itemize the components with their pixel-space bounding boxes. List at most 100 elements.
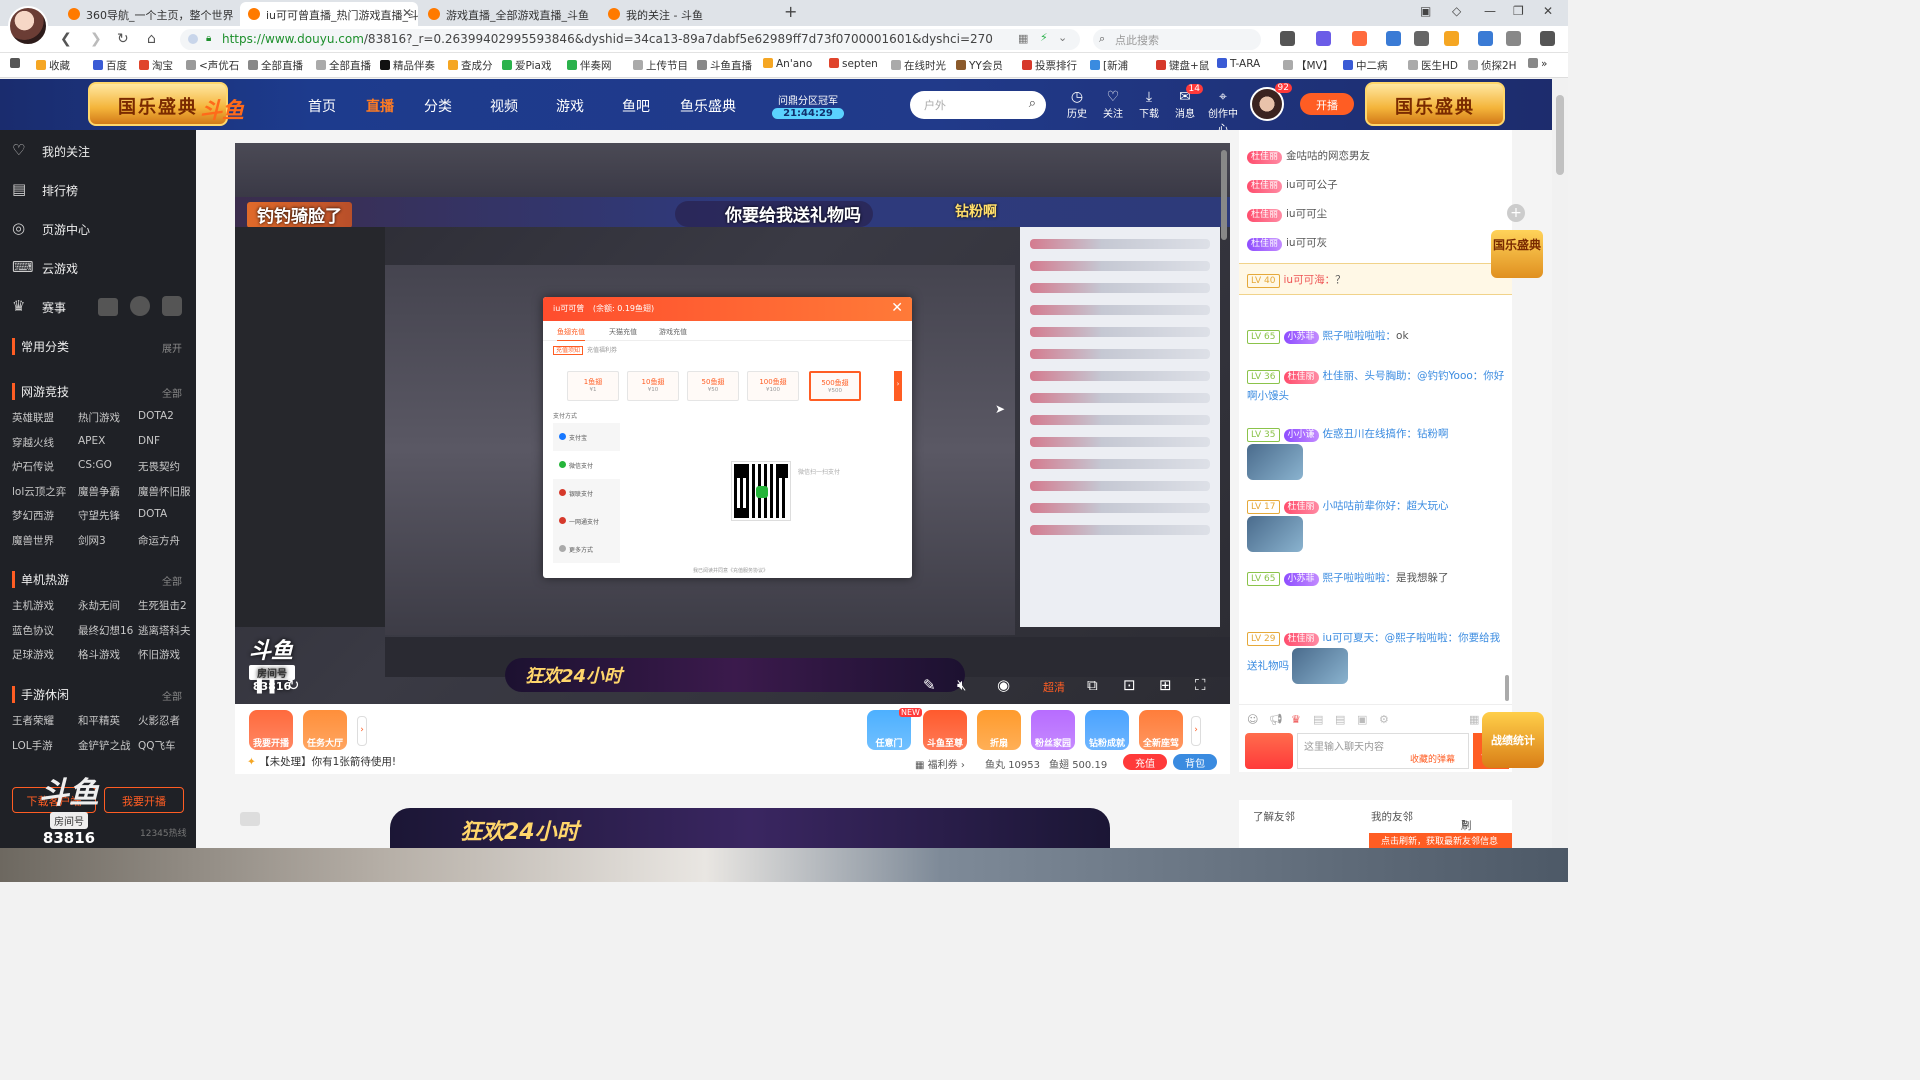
pay-more[interactable]: 更多方式 xyxy=(553,535,620,563)
category-link[interactable]: 格斗游戏 xyxy=(78,647,120,662)
tab-list-icon[interactable]: ▣ xyxy=(1420,4,1431,18)
bookmark-item[interactable]: septen xyxy=(829,58,878,70)
lightning-icon[interactable]: ⚡︎ xyxy=(1040,31,1048,44)
add-circle-icon[interactable]: + xyxy=(1507,204,1525,222)
translate-icon[interactable] xyxy=(1316,31,1331,46)
bookmark-item[interactable]: 在线时光 xyxy=(891,58,946,73)
tab-game-live[interactable]: 游戏直播_全部游戏直播_斗鱼 xyxy=(420,2,598,26)
category-link[interactable]: 主机游戏 xyxy=(12,598,54,613)
close-icon[interactable]: ✕ xyxy=(891,300,903,316)
gift-more-left-icon[interactable]: › xyxy=(357,716,367,746)
category-link[interactable]: 命运方舟 xyxy=(138,533,180,548)
section-more-single[interactable]: 全部 xyxy=(162,573,182,588)
bookmark-item[interactable]: 查成分 xyxy=(448,58,493,73)
bookmark-item[interactable]: <声优石 xyxy=(186,58,239,73)
nav-yuba[interactable]: 鱼吧 xyxy=(622,96,650,116)
page-scrollbar[interactable] xyxy=(1552,79,1568,848)
package-option[interactable]: 100鱼翅 ¥100 xyxy=(747,371,799,401)
sidebar-item-cloudgame[interactable]: ⌨ 云游戏 xyxy=(0,250,196,286)
ad-tag-icon[interactable] xyxy=(240,812,260,826)
friends-refresh-cta[interactable]: 点击刷新，获取最新友邻信息 xyxy=(1369,833,1512,848)
bookmark-item[interactable]: 医生HD xyxy=(1408,58,1458,73)
category-link[interactable]: CS:GO xyxy=(78,459,112,471)
recharge-notice-tag[interactable]: 充值须知 xyxy=(553,346,584,355)
tab-fin-recharge[interactable]: 鱼翅充值 xyxy=(557,327,585,341)
category-link[interactable]: 无畏契约 xyxy=(138,459,180,474)
extension-game-icon[interactable] xyxy=(1352,31,1367,46)
category-link[interactable]: APEX xyxy=(78,435,105,447)
fan-gift[interactable]: 折扇 xyxy=(977,710,1021,750)
sidebar-item-ranking[interactable]: ▤ 排行榜 xyxy=(0,172,196,208)
bookmark-item[interactable]: 中二病 xyxy=(1343,58,1388,73)
category-link[interactable]: 魔兽争霸 xyxy=(78,484,120,499)
go-live-button[interactable]: 我要开播 xyxy=(104,787,184,813)
back-icon[interactable]: ❮ xyxy=(60,31,72,47)
category-link[interactable]: 生死狙击2 xyxy=(138,598,187,613)
nav-home[interactable]: 首页 xyxy=(308,96,336,116)
emoji-icon[interactable]: ☺ xyxy=(1247,713,1258,726)
category-link[interactable]: 最终幻想16 xyxy=(78,623,133,638)
forward-icon[interactable]: ❯ xyxy=(90,31,102,47)
chat-scroll-thumb[interactable] xyxy=(1505,675,1509,701)
horn-icon[interactable]: 📢︎ xyxy=(1269,713,1283,726)
bookmark-item[interactable]: 全部直播 xyxy=(248,58,303,73)
diamond-achievement-gift[interactable]: 钻粉成就 xyxy=(1085,710,1129,750)
package-next-icon[interactable]: › xyxy=(894,371,902,401)
package-option[interactable]: 1鱼翅 ¥1 xyxy=(567,371,619,401)
category-link[interactable]: 和平精英 xyxy=(78,713,120,728)
edit-icon[interactable]: ✎ xyxy=(923,676,936,694)
nav-video[interactable]: 视频 xyxy=(490,96,518,116)
category-link[interactable]: 魔兽世界 xyxy=(12,533,54,548)
fan-home-gift[interactable]: 粉丝家园 xyxy=(1031,710,1075,750)
esports-logo-3-icon[interactable] xyxy=(162,296,182,316)
search-icon[interactable]: ⌕ xyxy=(1029,96,1036,111)
download-button[interactable]: ⤓ 下载 xyxy=(1134,89,1164,120)
message-button[interactable]: ✉ 消息 14 xyxy=(1170,84,1203,120)
esports-logo-2-icon[interactable] xyxy=(130,296,150,316)
saved-danmu-link[interactable]: 收藏的弹幕 xyxy=(1410,752,1455,765)
category-link[interactable]: LOL手游 xyxy=(12,738,53,753)
new-tab-button[interactable]: + xyxy=(784,2,797,21)
page-scroll-thumb[interactable] xyxy=(1556,95,1564,175)
sidebar-item-follow[interactable]: ♡ 我的关注 xyxy=(0,133,196,169)
douyu-logo[interactable]: 斗鱼 xyxy=(200,93,244,125)
category-link[interactable]: 蓝色协议 xyxy=(12,623,54,638)
bookmark-item[interactable]: 伴奏网 xyxy=(567,58,612,73)
package-option[interactable]: 50鱼翅 ¥50 xyxy=(687,371,739,401)
tab-360[interactable]: 360导航_一个主页，整个世界 xyxy=(60,2,238,26)
extension-icon[interactable] xyxy=(1478,31,1493,46)
menu-icon[interactable] xyxy=(1540,31,1555,46)
new-mount-gift[interactable]: 全新座驾 xyxy=(1139,710,1183,750)
arrow-notice[interactable]: ✦ 【未处理】你有1张箭待使用! xyxy=(247,754,396,769)
gift-more-right-icon[interactable]: › xyxy=(1191,716,1201,746)
welfare-link[interactable]: ▦ 福利券 › xyxy=(915,756,965,771)
cut-icon[interactable] xyxy=(1280,31,1295,46)
package-option[interactable]: 10鱼翅 ¥10 xyxy=(627,371,679,401)
close-window-icon[interactable]: ✕ xyxy=(1543,4,1553,18)
bookmark-item[interactable]: 斗鱼直播 xyxy=(697,58,752,73)
festival-banner-right[interactable]: 国乐盛典 xyxy=(1365,82,1505,126)
task-hall-gift[interactable]: 任务大厅 xyxy=(303,710,347,750)
refresh-icon[interactable]: ↻ xyxy=(287,676,300,694)
color-icon[interactable]: ▣ xyxy=(1357,713,1367,726)
mute-icon[interactable]: 🔇︎ xyxy=(957,676,966,694)
chat-input[interactable]: 这里输入聊天内容 收藏的弹幕 xyxy=(1297,733,1469,769)
recharge-button[interactable]: 充值 xyxy=(1123,754,1167,770)
bookmark-item[interactable]: 键盘+鼠 xyxy=(1156,58,1209,73)
minimize-icon[interactable]: — xyxy=(1484,4,1496,18)
profile-avatar[interactable] xyxy=(8,6,48,46)
bookmark-item[interactable]: 投票排行 xyxy=(1022,58,1077,73)
common-category-expand[interactable]: 展开 xyxy=(162,340,182,355)
bookmark-item[interactable]: 【MV】 xyxy=(1283,58,1333,73)
category-link[interactable]: 火影忍者 xyxy=(138,713,180,728)
tab-tmall-recharge[interactable]: 天猫充值 xyxy=(609,327,637,337)
category-link[interactable]: 梦幻西游 xyxy=(12,508,54,523)
settings-icon[interactable]: ⚙ xyxy=(1379,713,1389,726)
category-link[interactable]: 英雄联盟 xyxy=(12,410,54,425)
sidebar-item-webgame[interactable]: ◎ 页游中心 xyxy=(0,211,196,247)
category-link[interactable]: DOTA2 xyxy=(138,410,174,422)
category-link[interactable]: 炉石传说 xyxy=(12,459,54,474)
bookmark-item[interactable]: 爱Pia戏 xyxy=(502,58,551,73)
festival-float-badge[interactable]: 国乐盛典 xyxy=(1491,230,1543,278)
site-info-icon[interactable] xyxy=(188,34,198,44)
